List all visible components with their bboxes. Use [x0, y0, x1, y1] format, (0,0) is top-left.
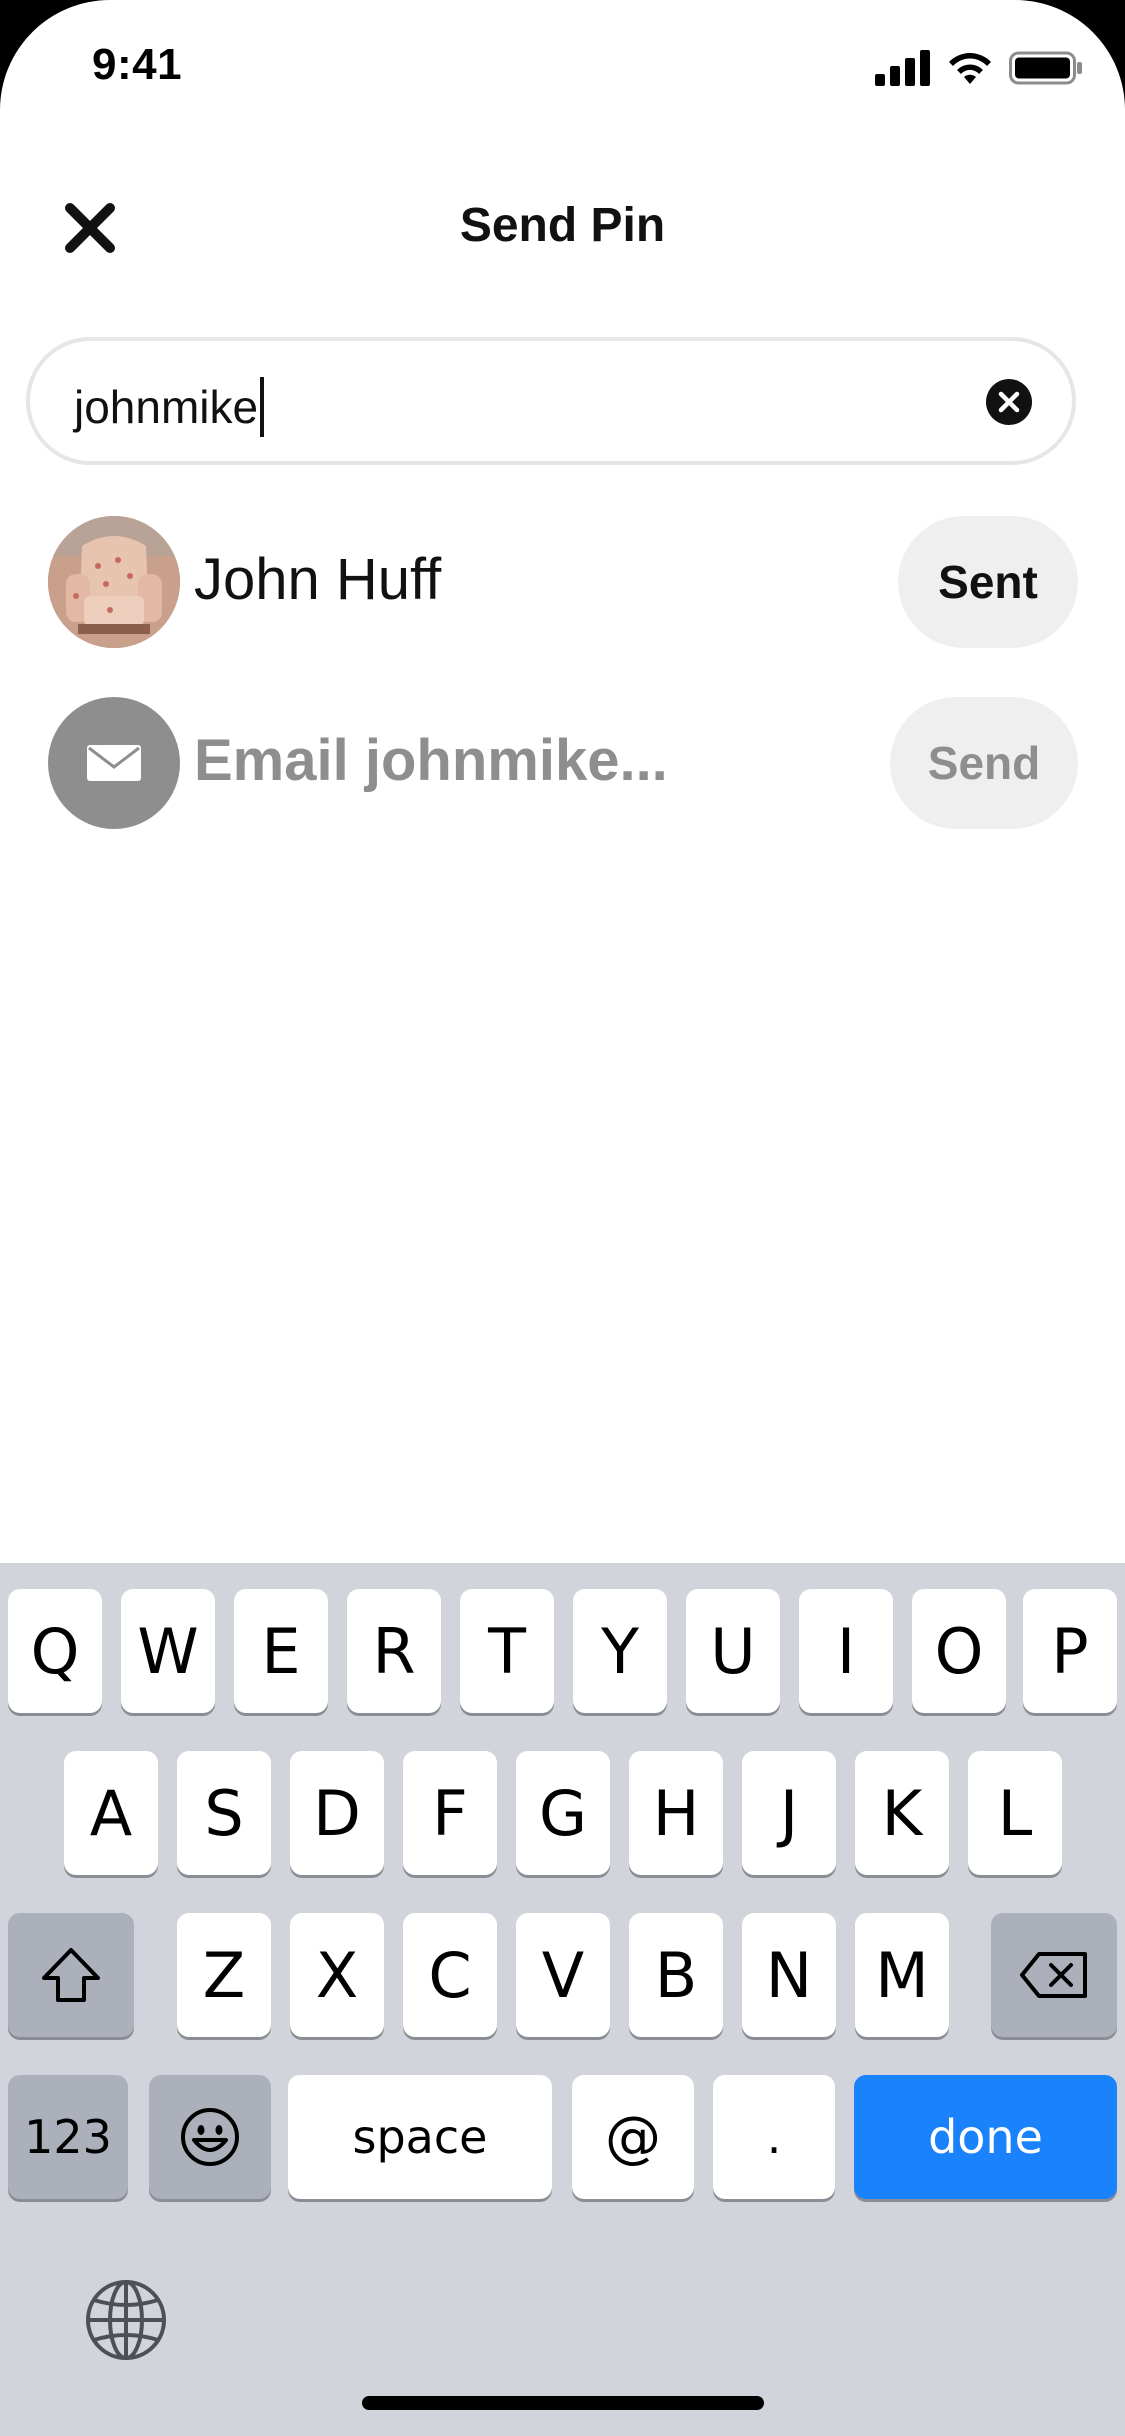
email-label: Email johnmike... — [194, 728, 668, 793]
backspace-key[interactable] — [991, 1913, 1117, 2037]
emoji-key[interactable] — [149, 2075, 271, 2199]
key-q[interactable]: Q — [8, 1589, 102, 1713]
numbers-key[interactable]: 123 — [8, 2075, 128, 2199]
clear-icon — [998, 391, 1020, 413]
sent-button[interactable]: Sent — [898, 516, 1078, 648]
shift-icon — [42, 1948, 100, 2002]
key-i[interactable]: I — [799, 1589, 893, 1713]
battery-icon — [1009, 51, 1082, 85]
keyboard: Q W E R T Y U I O P A S D F G H J K L Z … — [0, 1563, 1125, 2436]
search-input[interactable]: johnmike — [26, 337, 1076, 465]
text-caret — [260, 377, 265, 437]
globe-icon[interactable] — [84, 2278, 168, 2362]
envelope-icon — [87, 745, 141, 781]
period-key[interactable]: . — [713, 2075, 835, 2199]
cellular-signal-icon — [875, 50, 930, 86]
key-l[interactable]: L — [968, 1751, 1062, 1875]
shift-key[interactable] — [8, 1913, 134, 2037]
key-p[interactable]: P — [1023, 1589, 1117, 1713]
wifi-icon — [949, 53, 991, 84]
key-j[interactable]: J — [742, 1751, 836, 1875]
email-row[interactable]: Email johnmike... Send — [48, 697, 1078, 829]
header: Send Pin — [0, 170, 1125, 280]
clear-search-button[interactable] — [986, 379, 1032, 425]
key-b[interactable]: B — [629, 1913, 723, 2037]
armchair-photo-icon — [48, 516, 180, 648]
key-g[interactable]: G — [516, 1751, 610, 1875]
key-v[interactable]: V — [516, 1913, 610, 2037]
key-w[interactable]: W — [121, 1589, 215, 1713]
key-c[interactable]: C — [403, 1913, 497, 2037]
key-u[interactable]: U — [686, 1589, 780, 1713]
key-h[interactable]: H — [629, 1751, 723, 1875]
key-m[interactable]: M — [855, 1913, 949, 2037]
status-icons — [875, 50, 1083, 86]
space-key[interactable]: space — [288, 2075, 552, 2199]
key-f[interactable]: F — [403, 1751, 497, 1875]
search-value: johnmike — [74, 381, 259, 433]
search-input-text[interactable]: johnmike — [74, 377, 265, 437]
key-x[interactable]: X — [290, 1913, 384, 2037]
key-r[interactable]: R — [347, 1589, 441, 1713]
status-bar: 9:41 — [0, 0, 1125, 135]
status-time: 9:41 — [92, 40, 183, 89]
home-indicator — [362, 2396, 764, 2410]
done-key[interactable]: done — [854, 2075, 1117, 2199]
send-button[interactable]: Send — [890, 697, 1078, 829]
emoji-icon — [181, 2108, 239, 2166]
avatar — [48, 516, 180, 648]
key-d[interactable]: D — [290, 1751, 384, 1875]
key-a[interactable]: A — [64, 1751, 158, 1875]
page-title: Send Pin — [459, 199, 666, 252]
key-t[interactable]: T — [460, 1589, 554, 1713]
key-k[interactable]: K — [855, 1751, 949, 1875]
key-z[interactable]: Z — [177, 1913, 271, 2037]
contact-row[interactable]: John Huff Sent — [48, 516, 1078, 648]
contact-name: John Huff — [194, 547, 442, 612]
key-n[interactable]: N — [742, 1913, 836, 2037]
key-o[interactable]: O — [912, 1589, 1006, 1713]
backspace-icon — [1020, 1952, 1087, 1998]
key-s[interactable]: S — [177, 1751, 271, 1875]
email-avatar — [48, 697, 180, 829]
key-y[interactable]: Y — [573, 1589, 667, 1713]
at-key[interactable]: @ — [572, 2075, 694, 2199]
key-e[interactable]: E — [234, 1589, 328, 1713]
send-pin-screen: 9:41 Send Pin johnmike John Huff Sent Em… — [0, 0, 1125, 2436]
